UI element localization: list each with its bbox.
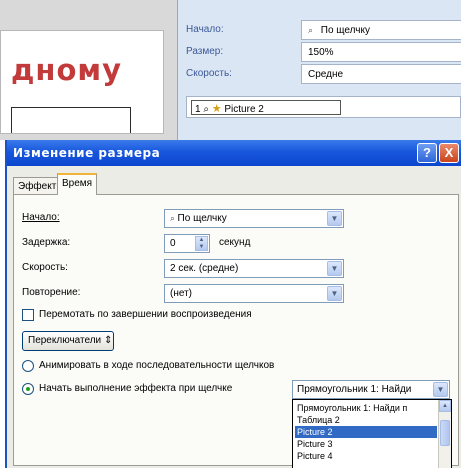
dropdown-option[interactable]: Picture 3 bbox=[295, 438, 437, 450]
double-chevron-icon: ⇕ bbox=[103, 335, 113, 346]
radio-start-on-click-label[interactable]: Начать выполнение эффекта при щелчке bbox=[39, 383, 232, 394]
dialog-titlebar[interactable]: Изменение размера ? X bbox=[7, 140, 461, 166]
pane-start-label: Начало: bbox=[186, 24, 224, 35]
resize-effect-dialog: Изменение размера ? X Эффект Время Начал… bbox=[5, 140, 461, 468]
dropdown-option-selected[interactable]: Picture 2 bbox=[295, 426, 437, 438]
repeat-value: (нет) bbox=[170, 288, 192, 299]
pane-speed-select[interactable]: Средне bbox=[301, 64, 461, 84]
dropdown-scrollbar[interactable]: ▲ bbox=[438, 400, 451, 468]
pane-speed-value: Средне bbox=[308, 69, 344, 80]
trigger-object-select[interactable]: Прямоугольник 1: Найди ▼ bbox=[292, 380, 450, 399]
mouse-click-icon: ⌕ bbox=[308, 25, 314, 35]
pane-size-label: Размер: bbox=[186, 46, 224, 57]
rewind-label[interactable]: Перемотать по завершении воспроизведения bbox=[39, 309, 252, 320]
slide-title-text[interactable]: дному bbox=[11, 53, 122, 87]
custom-animation-pane: Начало: ⌕ По щелчку Размер: 150% Скорост… bbox=[178, 0, 461, 140]
speed-select[interactable]: 2 сек. (средне) ▼ bbox=[164, 259, 344, 278]
pane-speed-label: Скорость: bbox=[186, 68, 232, 79]
radio-animate-sequence[interactable] bbox=[22, 360, 34, 372]
list-item-label: Picture 2 bbox=[224, 104, 264, 115]
delay-label: Задержка: bbox=[22, 237, 71, 248]
pane-start-value: По щелчку bbox=[320, 25, 370, 36]
tab-timing[interactable]: Время bbox=[57, 173, 98, 195]
scroll-up-icon[interactable]: ▲ bbox=[439, 400, 451, 412]
trigger-object-dropdown: Прямоугольник 1: Найди п Таблица 2 Pictu… bbox=[292, 399, 452, 468]
mouse-click-icon: ⌕ bbox=[203, 104, 209, 115]
speed-value: 2 сек. (средне) bbox=[170, 263, 239, 274]
delay-spinner[interactable]: 0 ▲ ▼ bbox=[164, 234, 210, 253]
dialog-title: Изменение размера bbox=[13, 146, 161, 160]
radio-start-on-click[interactable] bbox=[22, 383, 34, 395]
chevron-down-icon[interactable]: ▼ bbox=[327, 261, 342, 276]
speed-label: Скорость: bbox=[22, 262, 68, 273]
dropdown-option[interactable]: Прямоугольник 1: Найди п bbox=[295, 402, 437, 414]
start-select[interactable]: ⌕ По щелчку ▼ bbox=[164, 209, 344, 228]
star-effect-icon: ★ bbox=[211, 103, 222, 115]
chevron-down-icon[interactable]: ▼ bbox=[433, 382, 448, 397]
spin-up-icon[interactable]: ▲ ▼ bbox=[195, 236, 208, 251]
pane-start-select[interactable]: ⌕ По щелчку bbox=[301, 20, 461, 40]
pane-size-select[interactable]: 150% bbox=[301, 42, 461, 62]
animation-list: 1 ⌕ ★ Picture 2 bbox=[186, 96, 461, 118]
triggers-button[interactable]: Переключатели ⇕ bbox=[22, 331, 114, 351]
animation-list-item[interactable]: 1 ⌕ ★ Picture 2 bbox=[191, 100, 341, 115]
close-button[interactable]: X bbox=[439, 143, 459, 163]
dropdown-option[interactable]: Picture 4 bbox=[295, 450, 437, 462]
start-value: По щелчку bbox=[177, 213, 227, 224]
chevron-down-icon[interactable]: ▼ bbox=[327, 286, 342, 301]
repeat-label: Повторение: bbox=[22, 287, 81, 298]
close-icon: X bbox=[444, 145, 454, 160]
tab-effect[interactable]: Эффект bbox=[13, 177, 62, 195]
timing-panel: Начало: ⌕ По щелчку ▼ Задержка: 0 ▲ ▼ сек… bbox=[13, 194, 459, 468]
delay-unit: секунд bbox=[219, 237, 251, 248]
trigger-object-value: Прямоугольник 1: Найди bbox=[297, 384, 412, 395]
rewind-checkbox[interactable] bbox=[22, 309, 34, 321]
help-button[interactable]: ? bbox=[417, 143, 437, 163]
radio-animate-sequence-label[interactable]: Анимировать в ходе последовательности ще… bbox=[39, 360, 274, 371]
list-item-number: 1 bbox=[195, 104, 201, 115]
mouse-click-icon: ⌕ bbox=[170, 213, 178, 223]
pane-size-value: 150% bbox=[308, 47, 334, 58]
slide-shape[interactable] bbox=[11, 107, 131, 133]
triggers-button-label: Переключатели bbox=[28, 335, 102, 346]
scrollbar-thumb[interactable] bbox=[440, 420, 450, 446]
chevron-down-icon[interactable]: ▼ bbox=[327, 211, 342, 226]
slide-editor: дному bbox=[0, 0, 178, 140]
delay-value: 0 bbox=[170, 238, 176, 249]
repeat-select[interactable]: (нет) ▼ bbox=[164, 284, 344, 303]
help-icon: ? bbox=[423, 145, 431, 160]
slide-canvas[interactable]: дному bbox=[0, 30, 164, 134]
dropdown-option[interactable]: Таблица 2 bbox=[295, 414, 437, 426]
start-label: Начало: bbox=[22, 212, 60, 223]
